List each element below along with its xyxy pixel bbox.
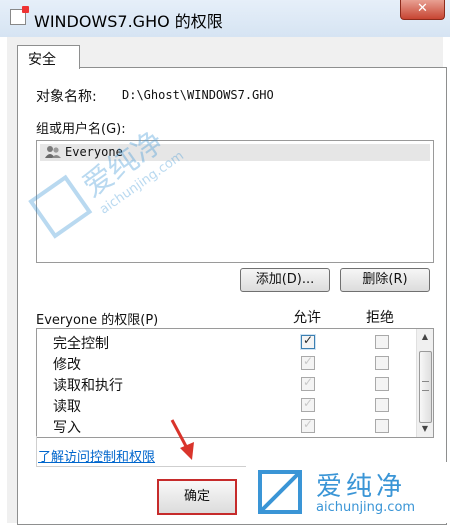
checkmark-icon: ✓: [303, 396, 314, 410]
ok-button[interactable]: 确定: [157, 479, 237, 515]
list-item-label: Everyone: [65, 145, 123, 159]
scroll-up-arrow-icon[interactable]: ▲: [417, 329, 433, 345]
permission-name: 读取和执行: [53, 378, 123, 394]
deny-checkbox[interactable]: [375, 335, 389, 349]
tab-security[interactable]: 安全: [17, 45, 80, 69]
access-control-help-link[interactable]: 了解访问控制和权限: [38, 446, 155, 465]
watermark-cn-text: 爱纯净: [316, 472, 407, 502]
title-bar: WINDOWS7.GHO 的权限 ✕: [0, 0, 450, 37]
permission-name: 写入: [53, 420, 81, 436]
remove-button[interactable]: 删除(R): [340, 268, 430, 292]
red-arrow-icon: [170, 419, 194, 460]
deny-header: 拒绝: [366, 310, 394, 326]
watermark-logo-icon: [258, 470, 302, 514]
checkmark-icon: ✓: [303, 417, 314, 431]
permissions-scrollbar[interactable]: ▲ ▼: [416, 329, 433, 437]
deny-checkbox[interactable]: [375, 419, 389, 433]
watermark-en-text: aichunjing.com: [316, 500, 416, 515]
grip-icon: [422, 381, 429, 391]
deny-checkbox[interactable]: [375, 398, 389, 412]
scroll-down-arrow-icon[interactable]: ▼: [417, 421, 433, 437]
watermark-logo: 爱纯净 aichunjing.com: [246, 462, 450, 523]
add-button[interactable]: 添加(D)...: [240, 268, 330, 292]
checkmark-icon: ✓: [303, 333, 314, 347]
groups-listbox[interactable]: Everyone: [36, 140, 434, 263]
allow-header: 允许: [293, 310, 321, 326]
list-item-everyone[interactable]: Everyone: [40, 144, 430, 161]
permission-name: 完全控制: [53, 336, 109, 352]
tab-security-label: 安全: [28, 52, 56, 68]
allow-checkbox[interactable]: ✓: [301, 396, 315, 412]
allow-checkbox[interactable]: ✓: [301, 417, 315, 433]
allow-checkbox[interactable]: ✓: [301, 333, 315, 349]
permission-name: 读取: [53, 399, 81, 415]
object-name-value: D:\Ghost\WINDOWS7.GHO: [122, 88, 274, 102]
groups-label: 组或用户名(G):: [36, 122, 126, 137]
window-title: WINDOWS7.GHO 的权限: [34, 12, 223, 31]
file-permissions-icon: [10, 6, 29, 25]
permissions-list: 完全控制 ✓ 修改 ✓ 读取和执行 ✓ 读取 ✓ 写入 ✓ ▲ ▼: [36, 328, 434, 438]
deny-checkbox[interactable]: [375, 377, 389, 391]
users-icon: [45, 146, 61, 158]
allow-checkbox[interactable]: ✓: [301, 375, 315, 391]
checkmark-icon: ✓: [303, 354, 314, 368]
checkmark-icon: ✓: [303, 375, 314, 389]
allow-checkbox[interactable]: ✓: [301, 354, 315, 370]
scrollbar-thumb[interactable]: [419, 351, 432, 423]
close-button[interactable]: ✕: [400, 0, 445, 20]
permission-name: 修改: [53, 357, 81, 373]
deny-checkbox[interactable]: [375, 356, 389, 370]
object-name-label: 对象名称:: [36, 89, 97, 105]
close-icon: ✕: [417, 1, 428, 16]
permissions-label: Everyone 的权限(P): [36, 313, 159, 328]
